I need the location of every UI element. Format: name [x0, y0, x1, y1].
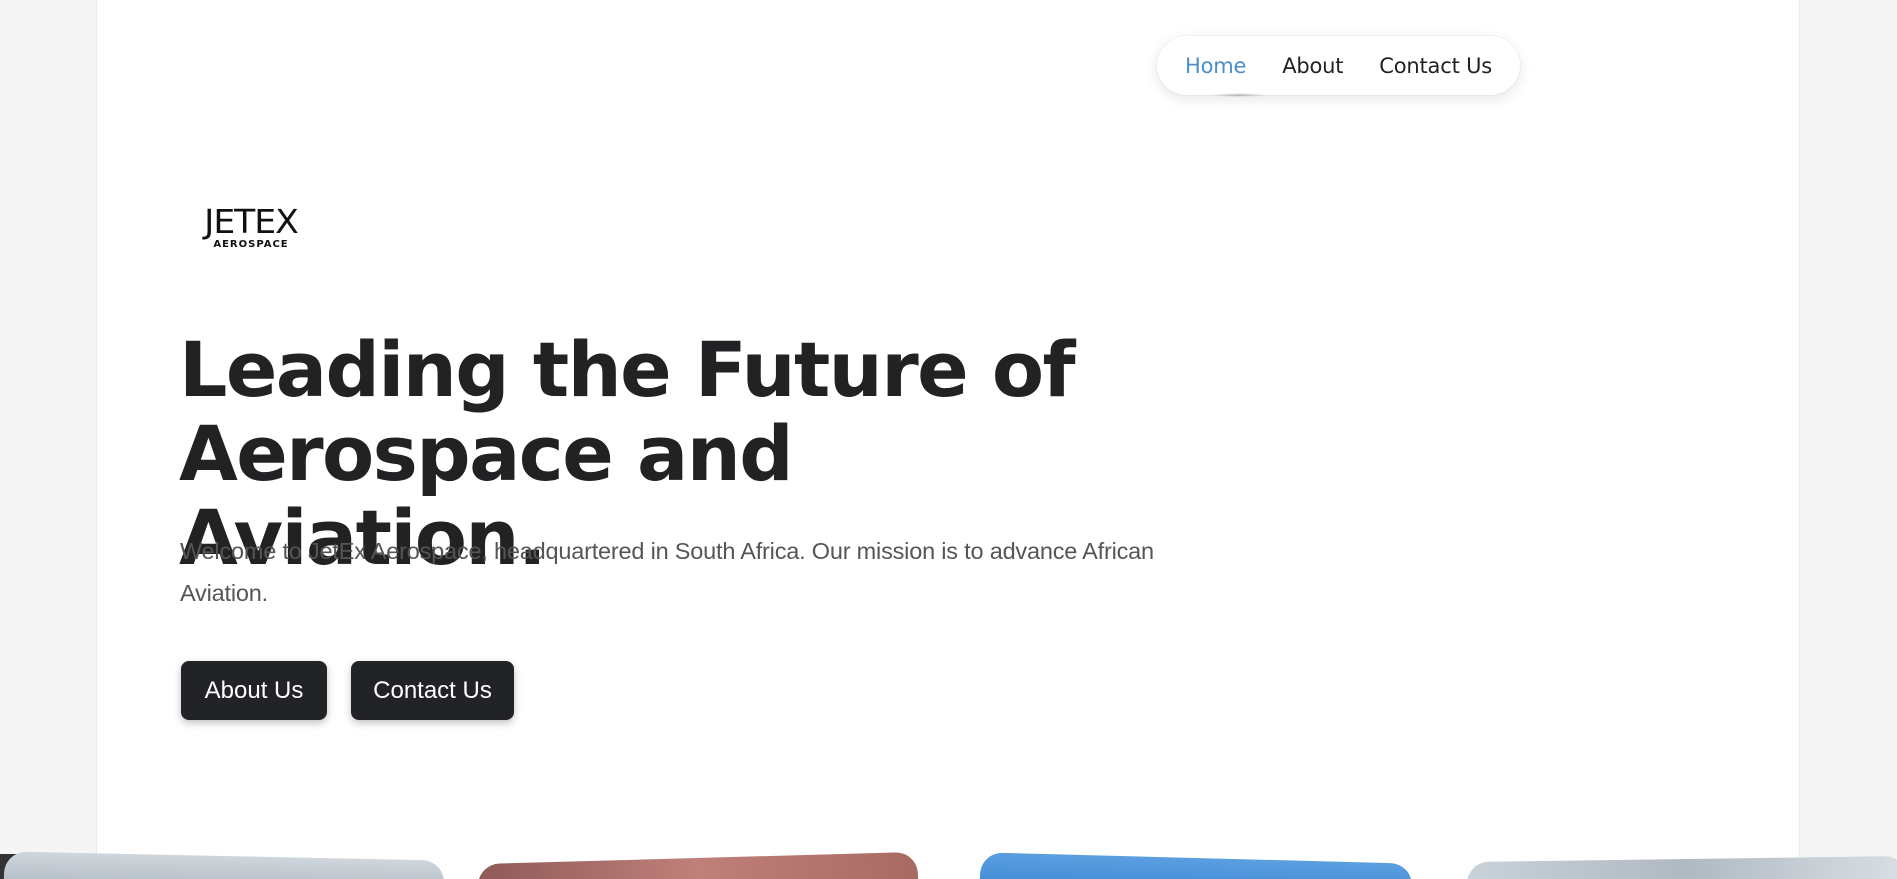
hero-title-line-1: Leading the Future of: [179, 325, 1076, 414]
gallery-image-4[interactable]: [1466, 855, 1897, 879]
hero-description: Welcome to JetEx Aerospace, headquartere…: [180, 538, 1154, 606]
gallery-image-3[interactable]: [979, 852, 1413, 879]
nav-contact-link[interactable]: Contact Us: [1379, 54, 1492, 78]
main-nav: Home About Contact Us: [1157, 36, 1520, 97]
nav-about-link[interactable]: About: [1282, 54, 1343, 78]
contact-us-button[interactable]: Contact Us: [351, 661, 514, 720]
active-nav-indicator: [1211, 93, 1267, 97]
gallery-image-2[interactable]: [477, 852, 919, 879]
nav-home-link[interactable]: Home: [1185, 54, 1246, 78]
logo-wordmark: JETEX: [204, 202, 299, 241]
about-us-button[interactable]: About Us: [181, 661, 327, 720]
gallery-image-1[interactable]: [3, 852, 445, 879]
image-gallery-strip: [0, 852, 1897, 879]
jetex-logo[interactable]: JETEX AEROSPACE: [195, 205, 307, 253]
